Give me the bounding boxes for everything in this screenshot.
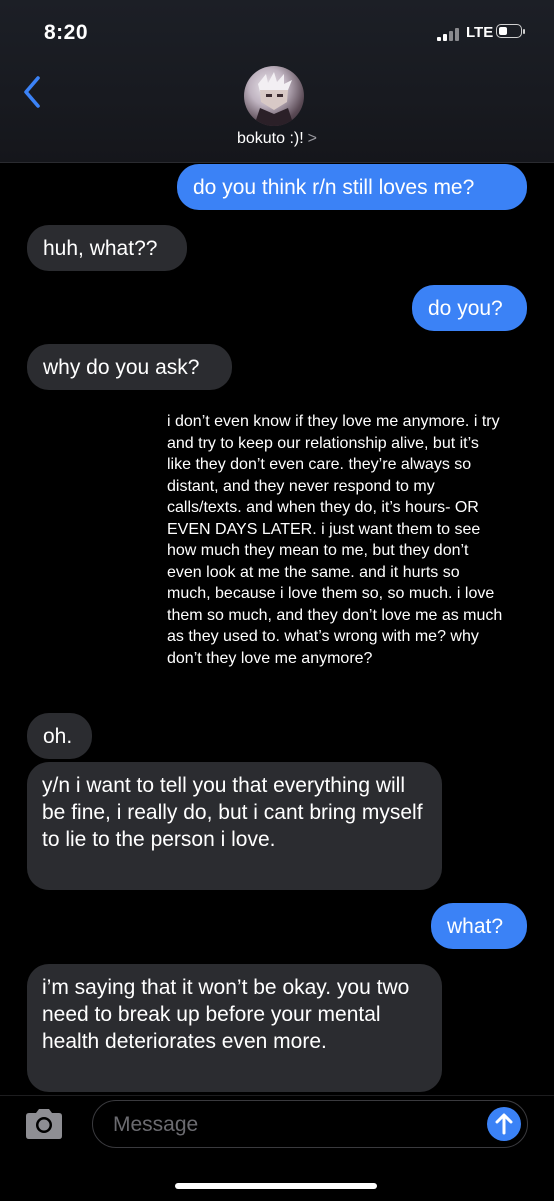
message-bubble-outgoing[interactable]: do you think r/n still loves me?	[177, 164, 527, 210]
message-bubble-incoming[interactable]: i’m saying that it won’t be okay. you tw…	[27, 964, 442, 1092]
message-text: why do you ask?	[43, 355, 200, 379]
status-time: 8:20	[44, 21, 89, 44]
back-button[interactable]	[20, 74, 46, 110]
home-indicator[interactable]	[175, 1183, 377, 1189]
send-arrow-icon	[495, 1113, 513, 1135]
message-text: what?	[447, 914, 504, 938]
conversation-header: 8:20 LTE bokuto :)! >	[0, 0, 554, 163]
message-text: do you?	[428, 296, 503, 320]
contact-name-button[interactable]: bokuto :)! >	[0, 130, 554, 148]
signal-bars-icon	[437, 27, 463, 41]
message-text: oh.	[43, 724, 73, 748]
send-button[interactable]	[487, 1107, 521, 1141]
message-bubble-incoming[interactable]: huh, what??	[27, 225, 187, 271]
chevron-left-icon	[24, 76, 40, 108]
message-bubble-incoming[interactable]: oh.	[27, 713, 92, 759]
message-text: i’m saying that it won’t be okay. you tw…	[42, 976, 410, 1053]
message-text: do you think r/n still loves me?	[193, 175, 475, 199]
chevron-right-icon: >	[307, 130, 318, 147]
message-input-container[interactable]	[92, 1100, 528, 1148]
message-bubble-incoming[interactable]: why do you ask?	[27, 344, 232, 390]
camera-button[interactable]	[22, 1107, 66, 1141]
message-text-long[interactable]: i don’t even know if they love me anymor…	[167, 411, 507, 669]
avatar-image	[254, 72, 294, 126]
contact-avatar[interactable]	[244, 66, 304, 126]
message-bubble-incoming[interactable]: y/n i want to tell you that everything w…	[27, 762, 442, 890]
camera-icon	[26, 1109, 62, 1139]
network-type: LTE	[466, 24, 494, 41]
message-bubble-outgoing[interactable]: what?	[431, 903, 527, 949]
message-input[interactable]	[111, 1101, 475, 1148]
message-bubble-outgoing[interactable]: do you?	[412, 285, 527, 331]
battery-icon	[496, 24, 526, 40]
message-text: huh, what??	[43, 236, 158, 260]
message-text: y/n i want to tell you that everything w…	[42, 774, 423, 851]
contact-name: bokuto :)!	[236, 130, 304, 147]
